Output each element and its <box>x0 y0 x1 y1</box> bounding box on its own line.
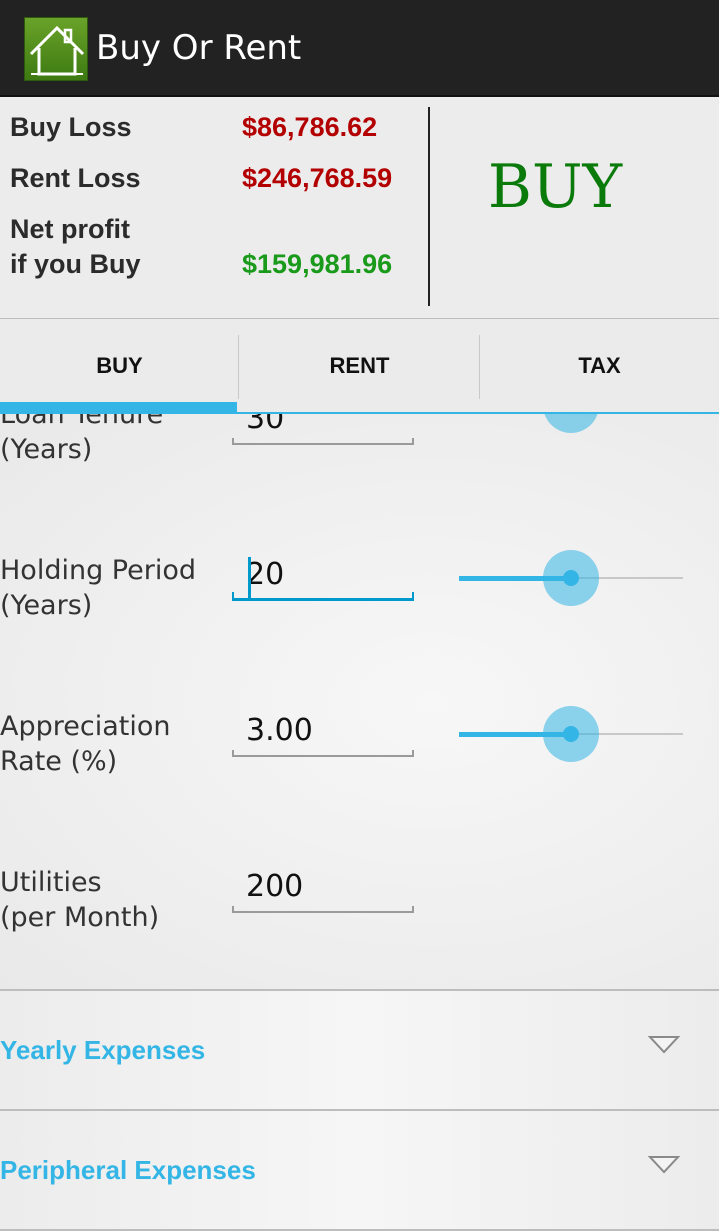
loan-tenure-slider[interactable] <box>459 414 683 435</box>
app-title: Buy Or Rent <box>96 28 302 68</box>
slider-thumb[interactable] <box>563 570 579 586</box>
tab-tax[interactable]: TAX <box>480 319 719 412</box>
rent-loss-label: Rent Loss <box>10 163 141 193</box>
action-bar: Buy Or Rent <box>0 0 719 97</box>
utilities-label: Utilities (per Month) <box>0 867 160 933</box>
holding-period-label: Holding Period (Years) <box>0 555 196 621</box>
appreciation-rate-label: Appreciation Rate (%) <box>0 711 171 777</box>
holding-period-input[interactable]: 20 <box>232 553 414 601</box>
tab-divider <box>238 335 239 399</box>
slider-thumb[interactable] <box>563 726 579 742</box>
yearly-expenses-section[interactable]: Yearly Expenses <box>0 989 719 1109</box>
chevron-down-icon[interactable] <box>648 1155 680 1175</box>
net-profit-label: Net profit <box>10 214 130 244</box>
utilities-row: Utilities (per Month) 200 <box>0 865 719 945</box>
buy-form[interactable]: Loan Tenure (Years) 30 Holding Period (Y… <box>0 414 719 990</box>
utilities-input[interactable]: 200 <box>232 865 414 913</box>
yearly-expenses-title: Yearly Expenses <box>0 1035 206 1065</box>
chevron-down-icon[interactable] <box>648 1035 680 1055</box>
loan-tenure-label: Loan Tenure (Years) <box>0 414 164 465</box>
tab-indicator <box>0 402 237 412</box>
tab-rent[interactable]: RENT <box>240 319 479 412</box>
net-profit-label-2: if you Buy <box>10 249 141 279</box>
rent-loss-value: $246,768.59 <box>242 163 393 193</box>
text-cursor <box>248 557 251 601</box>
appreciation-rate-slider[interactable] <box>459 704 683 764</box>
tab-buy[interactable]: BUY <box>0 319 239 412</box>
loan-tenure-input[interactable]: 30 <box>232 414 414 445</box>
tab-bar: BUY RENT TAX <box>0 319 719 414</box>
peripheral-expenses-section[interactable]: Peripheral Expenses <box>0 1109 719 1231</box>
net-profit-value: $159,981.96 <box>242 249 393 279</box>
appreciation-rate-input[interactable]: 3.00 <box>232 709 414 757</box>
buy-loss-value: $86,786.62 <box>242 112 378 142</box>
buy-loss-label: Buy Loss <box>10 112 132 142</box>
appreciation-rate-row: Appreciation Rate (%) 3.00 <box>0 706 719 789</box>
summary-panel: Buy Loss $86,786.62 Rent Loss $246,768.5… <box>0 97 719 319</box>
holding-period-row: Holding Period (Years) 20 <box>0 550 719 633</box>
verdict: BUY <box>487 152 623 222</box>
house-icon[interactable] <box>24 17 88 81</box>
loan-tenure-row: Loan Tenure (Years) 30 <box>0 414 719 477</box>
slider-halo <box>543 414 599 433</box>
peripheral-expenses-title: Peripheral Expenses <box>0 1155 256 1185</box>
holding-period-slider[interactable] <box>459 548 683 608</box>
